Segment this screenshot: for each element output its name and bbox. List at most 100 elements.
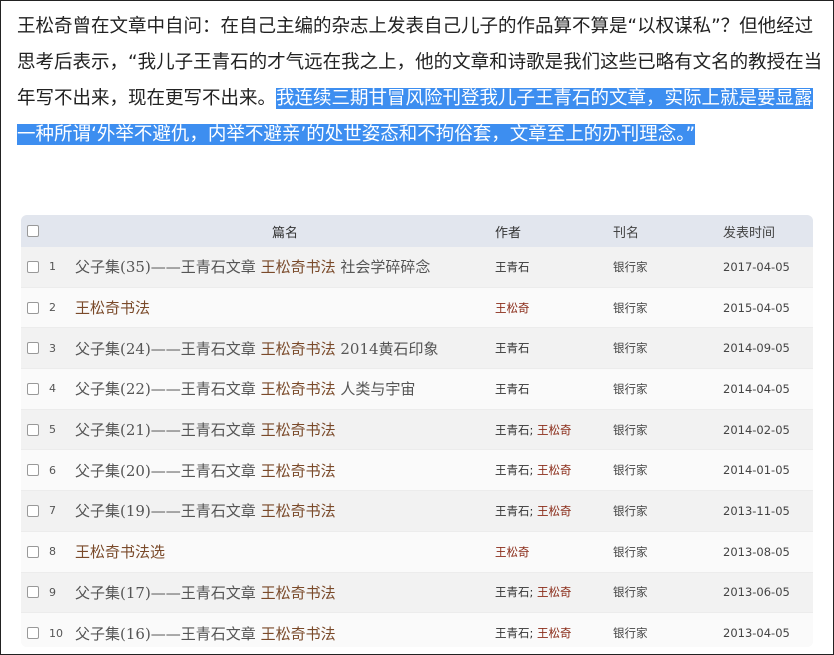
author-name-2[interactable]: 王松奇	[537, 423, 572, 437]
row-date: 2014-04-05	[723, 382, 813, 396]
row-number-text: 4	[49, 382, 56, 396]
author-name[interactable]: 王青石	[495, 423, 530, 437]
author-name-2[interactable]: 王松奇	[537, 504, 572, 518]
table-body: 1 父子集(35)——王青石文章 王松奇书法 社会学碎碎念 王青石 银行家 2017-0…	[21, 247, 813, 647]
row-journal: 银行家	[613, 462, 723, 478]
row-checkbox[interactable]	[27, 504, 39, 517]
header-journal[interactable]: 刊名	[613, 222, 723, 241]
author-name[interactable]: 王青石	[495, 260, 530, 274]
row-checkbox[interactable]	[27, 342, 39, 355]
author-name[interactable]: 王青石	[495, 341, 530, 355]
row-checkbox-cell	[21, 627, 49, 640]
row-author: 王青石; 王松奇	[495, 422, 613, 438]
row-author: 王青石; 王松奇	[495, 584, 613, 600]
journal-name[interactable]: 银行家	[613, 545, 648, 559]
row-number: 4	[49, 382, 75, 395]
title-part-calligraphy[interactable]: 王松奇书法	[261, 625, 336, 643]
author-name-2[interactable]: 王松奇	[537, 626, 572, 640]
table-row[interactable]: 4 父子集(22)——王青石文章 王松奇书法 人类与宇宙 王青石 银行家 2014-04…	[21, 369, 813, 410]
row-number: 8	[49, 545, 75, 558]
row-checkbox[interactable]	[27, 423, 39, 436]
table-row[interactable]: 5 父子集(21)——王青石文章 王松奇书法 王青石; 王松奇 银行家 2014-02-…	[21, 409, 813, 451]
table-row[interactable]: 1 父子集(35)——王青石文章 王松奇书法 社会学碎碎念 王青石 银行家 2017-0…	[21, 247, 813, 288]
journal-name[interactable]: 银行家	[613, 423, 648, 437]
journal-name[interactable]: 银行家	[613, 626, 648, 640]
author-name[interactable]: 王青石	[495, 626, 530, 640]
journal-name[interactable]: 银行家	[613, 382, 648, 396]
title-part-collection[interactable]: 父子集(24)——王青石文章	[75, 340, 256, 358]
table-row[interactable]: 8 王松奇书法选 王松奇 银行家 2013-08-05	[21, 531, 813, 573]
journal-name[interactable]: 银行家	[613, 504, 648, 518]
title-part-calligraphy[interactable]: 王松奇书法	[261, 340, 336, 358]
title-part-collection[interactable]: 父子集(17)——王青石文章	[75, 584, 256, 602]
row-author: 王松奇	[495, 300, 613, 316]
header-date[interactable]: 发表时间	[723, 222, 813, 241]
row-title: 王松奇书法选	[75, 541, 495, 562]
table-row[interactable]: 9 父子集(17)——王青石文章 王松奇书法 王青石; 王松奇 银行家 2013-06-…	[21, 572, 813, 614]
row-checkbox-cell	[21, 545, 49, 558]
publish-date: 2014-04-05	[723, 381, 790, 396]
title-part-subtitle[interactable]: 2014黄石印象	[340, 340, 438, 358]
journal-name[interactable]: 银行家	[613, 463, 648, 477]
table-row[interactable]: 6 父子集(20)——王青石文章 王松奇书法 王青石; 王松奇 银行家 2014-01-…	[21, 450, 813, 492]
journal-name[interactable]: 银行家	[613, 260, 648, 274]
author-name-2[interactable]: 王松奇	[495, 301, 530, 315]
journal-name[interactable]: 银行家	[613, 301, 648, 315]
title-part-collection[interactable]: 父子集(22)——王青石文章	[75, 380, 256, 398]
table-row[interactable]: 7 父子集(19)——王青石文章 王松奇书法 王青石; 王松奇 银行家 2013-11-…	[21, 491, 813, 532]
title-part-calligraphy[interactable]: 王松奇书法	[261, 258, 336, 276]
author-name-2[interactable]: 王松奇	[537, 463, 572, 477]
publish-date: 2017-04-05	[723, 259, 790, 274]
row-journal: 银行家	[613, 584, 723, 600]
title-part-calligraphy[interactable]: 王松奇书法	[261, 421, 336, 439]
row-checkbox[interactable]	[27, 260, 39, 273]
title-part-collection[interactable]: 父子集(16)——王青石文章	[75, 625, 256, 643]
header-author[interactable]: 作者	[495, 222, 613, 241]
title-part-subtitle[interactable]: 人类与宇宙	[340, 380, 415, 398]
title-part-calligraphy[interactable]: 王松奇书法选	[75, 543, 165, 561]
author-name[interactable]: 王青石	[495, 382, 530, 396]
row-checkbox[interactable]	[27, 464, 39, 477]
author-name-2[interactable]: 王松奇	[537, 585, 572, 599]
author-separator: ;	[529, 422, 538, 437]
row-title: 父子集(17)——王青石文章 王松奇书法	[75, 582, 495, 603]
author-name[interactable]: 王青石	[495, 585, 530, 599]
table-row[interactable]: 3 父子集(24)——王青石文章 王松奇书法 2014黄石印象 王青石 银行家 2014…	[21, 328, 813, 370]
journal-name[interactable]: 银行家	[613, 585, 648, 599]
author-name[interactable]: 王青石	[495, 504, 530, 518]
row-checkbox[interactable]	[27, 545, 39, 558]
row-date: 2015-04-05	[723, 301, 813, 315]
author-separator: ;	[529, 463, 538, 478]
row-number: 5	[49, 423, 75, 436]
row-checkbox[interactable]	[27, 301, 39, 314]
row-checkbox[interactable]	[27, 627, 39, 640]
title-part-calligraphy[interactable]: 王松奇书法	[261, 462, 336, 480]
table-header: 篇名 作者 刊名 发表时间	[21, 215, 813, 247]
journal-name[interactable]: 银行家	[613, 341, 648, 355]
title-part-calligraphy[interactable]: 王松奇书法	[261, 502, 336, 520]
table-row[interactable]: 2 王松奇书法 王松奇 银行家 2015-04-05	[21, 287, 813, 329]
title-part-subtitle[interactable]: 社会学碎碎念	[340, 258, 430, 276]
table-row[interactable]: 10 父子集(16)——王青石文章 王松奇书法 王青石; 王松奇 银行家 2013-04…	[21, 613, 813, 647]
title-part-collection[interactable]: 父子集(19)——王青石文章	[75, 502, 256, 520]
title-part-calligraphy[interactable]: 王松奇书法	[261, 584, 336, 602]
title-part-calligraphy[interactable]: 王松奇书法	[75, 299, 150, 317]
select-all-checkbox[interactable]	[27, 225, 39, 237]
author-name[interactable]: 王青石	[495, 463, 530, 477]
publish-date: 2013-11-05	[723, 503, 790, 518]
header-title[interactable]: 篇名	[75, 222, 495, 241]
row-checkbox-cell	[21, 464, 49, 477]
row-title: 王松奇书法	[75, 297, 495, 318]
row-date: 2014-01-05	[723, 463, 813, 477]
row-title: 父子集(21)——王青石文章 王松奇书法	[75, 419, 495, 440]
title-part-calligraphy[interactable]: 王松奇书法	[261, 380, 336, 398]
row-checkbox-cell	[21, 504, 49, 517]
results-table: 篇名 作者 刊名 发表时间 1 父子集(35)——王青石文章 王松奇书法 社会学碎…	[21, 215, 813, 647]
row-checkbox[interactable]	[27, 382, 39, 395]
row-checkbox[interactable]	[27, 586, 39, 599]
row-number-text: 5	[49, 423, 56, 437]
title-part-collection[interactable]: 父子集(21)——王青石文章	[75, 421, 256, 439]
title-part-collection[interactable]: 父子集(20)——王青石文章	[75, 462, 256, 480]
title-part-collection[interactable]: 父子集(35)——王青石文章	[75, 258, 256, 276]
author-name-2[interactable]: 王松奇	[495, 545, 530, 559]
